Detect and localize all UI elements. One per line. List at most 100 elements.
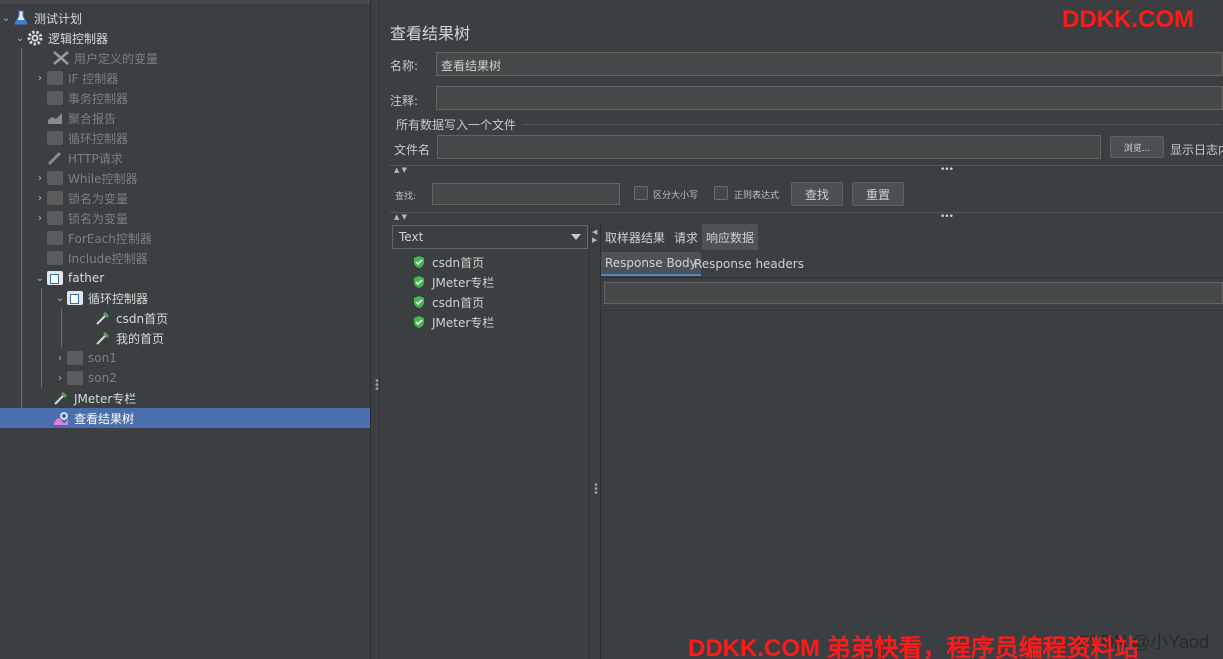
filename-field[interactable] [437,135,1101,159]
chevron-down-icon[interactable]: ⌄ [54,288,66,308]
test-plan-tree: ⌄ 测试计划 ⌄ 逻辑控制器 用户定义的变量 › IF 控制器 事务控制器 聚合 [0,0,370,659]
chevron-down-icon[interactable]: ⌄ [14,28,26,48]
name-field[interactable]: 查看结果树 [436,52,1223,76]
tree-node-label: IF 控制器 [68,71,119,86]
tree-node-user-variables[interactable]: 用户定义的变量 [0,48,370,68]
result-label: csdn首页 [432,295,485,310]
result-item[interactable]: csdn首页 [412,252,484,272]
success-shield-icon [414,316,424,328]
controller-box-icon [46,209,64,227]
browse-button[interactable]: 浏览... [1110,136,1164,158]
divider [600,310,1223,311]
config-panel: 查看结果树 名称: 查看结果树 注释: 所有数据写入一个文件 文件名 浏览...… [380,0,1223,659]
tree-node-transaction-controller[interactable]: 事务控制器 [0,88,370,108]
tree-node-jmeter-column[interactable]: JMeter专栏 [0,388,370,408]
success-shield-icon [414,256,424,268]
tree-node-label: JMeter专栏 [74,391,137,406]
controller-box-icon [46,249,64,267]
file-group-title: 所有数据写入一个文件 [396,118,517,132]
chevron-right-icon[interactable]: › [54,368,66,388]
tree-node-father[interactable]: ⌄ father [0,268,370,288]
chevron-down-icon[interactable]: ⌄ [0,8,12,28]
tree-node-son1[interactable]: › son1 [0,348,370,368]
case-sensitive-checkbox[interactable] [634,186,648,200]
filename-label: 文件名 [394,143,431,157]
reset-button[interactable]: 重置 [852,182,904,206]
left-splitter[interactable]: • • • [370,0,380,659]
tree-node-lock-variable[interactable]: › 锁名为变量 [0,208,370,228]
collapse-arrows-icon[interactable]: ▲ ▼ [394,166,407,174]
tree-node-while-controller[interactable]: › While控制器 [0,168,370,188]
listener-icon [52,409,70,427]
chevron-down-icon[interactable]: ⌄ [34,268,46,288]
tree-node-label: While控制器 [68,171,138,186]
controller-box-icon [66,289,84,307]
tree-node-lock-variable[interactable]: › 锁名为变量 [0,188,370,208]
gear-icon [26,29,44,47]
chevron-right-icon[interactable]: › [34,68,46,88]
collapse-arrows-icon[interactable]: ▲ ▼ [394,213,407,221]
tree-node-label: HTTP请求 [68,151,123,166]
chevron-right-icon[interactable]: › [34,188,46,208]
result-item[interactable]: JMeter专栏 [412,312,494,332]
result-item[interactable]: JMeter专栏 [412,272,494,292]
tree-node-loop-controller[interactable]: ⌄ 循环控制器 [0,288,370,308]
tree-node-foreach-controller[interactable]: ForEach控制器 [0,228,370,248]
chevron-right-icon[interactable]: › [54,348,66,368]
chevron-right-icon[interactable]: › [34,168,46,188]
controller-box-icon [46,189,64,207]
response-body-field[interactable] [604,282,1223,304]
controller-box-icon [46,269,64,287]
tree-node-label: son2 [88,371,117,385]
divider [600,277,1223,278]
tree-node-if-controller[interactable]: › IF 控制器 [0,68,370,88]
collapse-arrows-icon[interactable]: ◀ ▶ [592,228,597,244]
tree-node-csdn-home[interactable]: csdn首页 [0,308,370,328]
search-label: 查找: [395,192,417,202]
regex-checkbox[interactable] [714,186,728,200]
tree-node-label: ForEach控制器 [68,231,152,246]
pipette-icon [52,389,70,407]
show-log-label: 显示日志内 [1170,143,1223,157]
grip-icon: ••• [593,480,599,499]
tab-sampler-result[interactable]: 取样器结果 [601,224,669,250]
tree-node-view-results-tree[interactable]: 查看结果树 [0,408,370,428]
collapse-divider[interactable]: ▲ ▼ ••• [390,165,1223,175]
controller-box-icon [46,129,64,147]
collapse-divider[interactable]: ▲ ▼ ••• [390,212,1223,222]
tree-node-label: 聚合报告 [68,111,117,126]
tree-node-my-home[interactable]: 我的首页 [0,328,370,348]
subtab-response-headers[interactable]: Response headers [690,252,808,276]
tree-node-label: 循环控制器 [88,291,149,306]
tree-node-son2[interactable]: › son2 [0,368,370,388]
renderer-select[interactable]: Text [392,225,588,249]
chevron-down-icon [571,234,581,240]
page-title: 查看结果树 [390,24,471,43]
tab-response-data[interactable]: 响应数据 [702,224,759,250]
tree-node-label: 逻辑控制器 [48,31,109,46]
tree-node-label: son1 [88,351,117,365]
subtab-response-body[interactable]: Response Body [601,252,701,276]
result-item[interactable]: csdn首页 [412,292,484,312]
grip-icon: ••• [940,212,954,222]
tree-node-label: Include控制器 [68,251,148,266]
tree-node-label: 测试计划 [34,11,83,26]
renderer-value: Text [399,230,424,244]
tree-node-loop-controller[interactable]: 循环控制器 [0,128,370,148]
tree-node-http-request[interactable]: HTTP请求 [0,148,370,168]
tree-node-aggregate-report[interactable]: 聚合报告 [0,108,370,128]
tree-node-include-controller[interactable]: Include控制器 [0,248,370,268]
tree-node-logic-controller[interactable]: ⌄ 逻辑控制器 [0,28,370,48]
tree-node-label: 我的首页 [116,331,165,346]
controller-box-icon [46,69,64,87]
success-shield-icon [414,296,424,308]
find-button[interactable]: 查找 [791,182,843,206]
tab-request[interactable]: 请求 [670,224,702,250]
chevron-right-icon[interactable]: › [34,208,46,228]
results-splitter[interactable]: ◀ ▶ • • • [590,222,600,659]
detail-border [600,222,601,659]
controller-box-icon [66,349,84,367]
tree-node-test-plan[interactable]: ⌄ 测试计划 [0,8,370,28]
search-input[interactable] [432,183,620,205]
comment-field[interactable] [436,86,1223,110]
